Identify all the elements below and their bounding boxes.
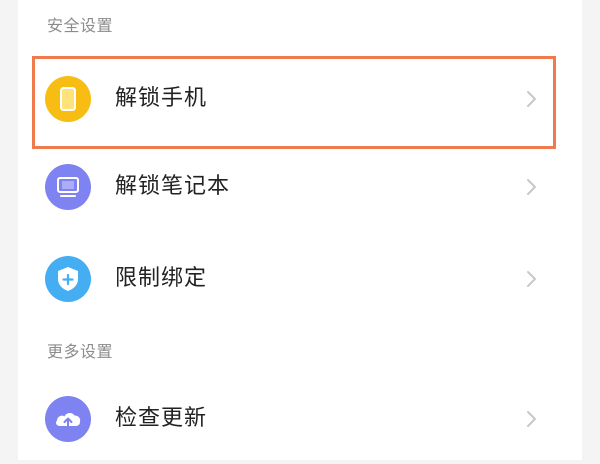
settings-item-unlock-phone[interactable]: 解锁手机: [18, 56, 582, 144]
settings-item-label: 解锁笔记本: [115, 174, 231, 199]
settings-item-label: 解锁手机: [115, 86, 208, 111]
settings-item-unlock-laptop[interactable]: 解锁笔记本: [18, 144, 582, 232]
settings-item-restrict-binding[interactable]: 限制绑定: [18, 236, 582, 324]
section-header-security: 安全设置: [47, 16, 114, 35]
chevron-right-icon: [527, 271, 536, 287]
section-header-more: 更多设置: [47, 342, 114, 361]
settings-item-check-update[interactable]: 检查更新: [18, 376, 582, 464]
chevron-right-icon: [527, 179, 536, 195]
chevron-right-icon: [527, 91, 536, 107]
laptop-icon: [45, 164, 91, 210]
settings-item-label: 检查更新: [115, 406, 208, 431]
phone-icon: [45, 76, 91, 122]
shield-plus-icon: [45, 256, 91, 302]
settings-item-label: 限制绑定: [115, 266, 208, 291]
chevron-right-icon: [527, 411, 536, 427]
cloud-upload-icon: [45, 396, 91, 442]
